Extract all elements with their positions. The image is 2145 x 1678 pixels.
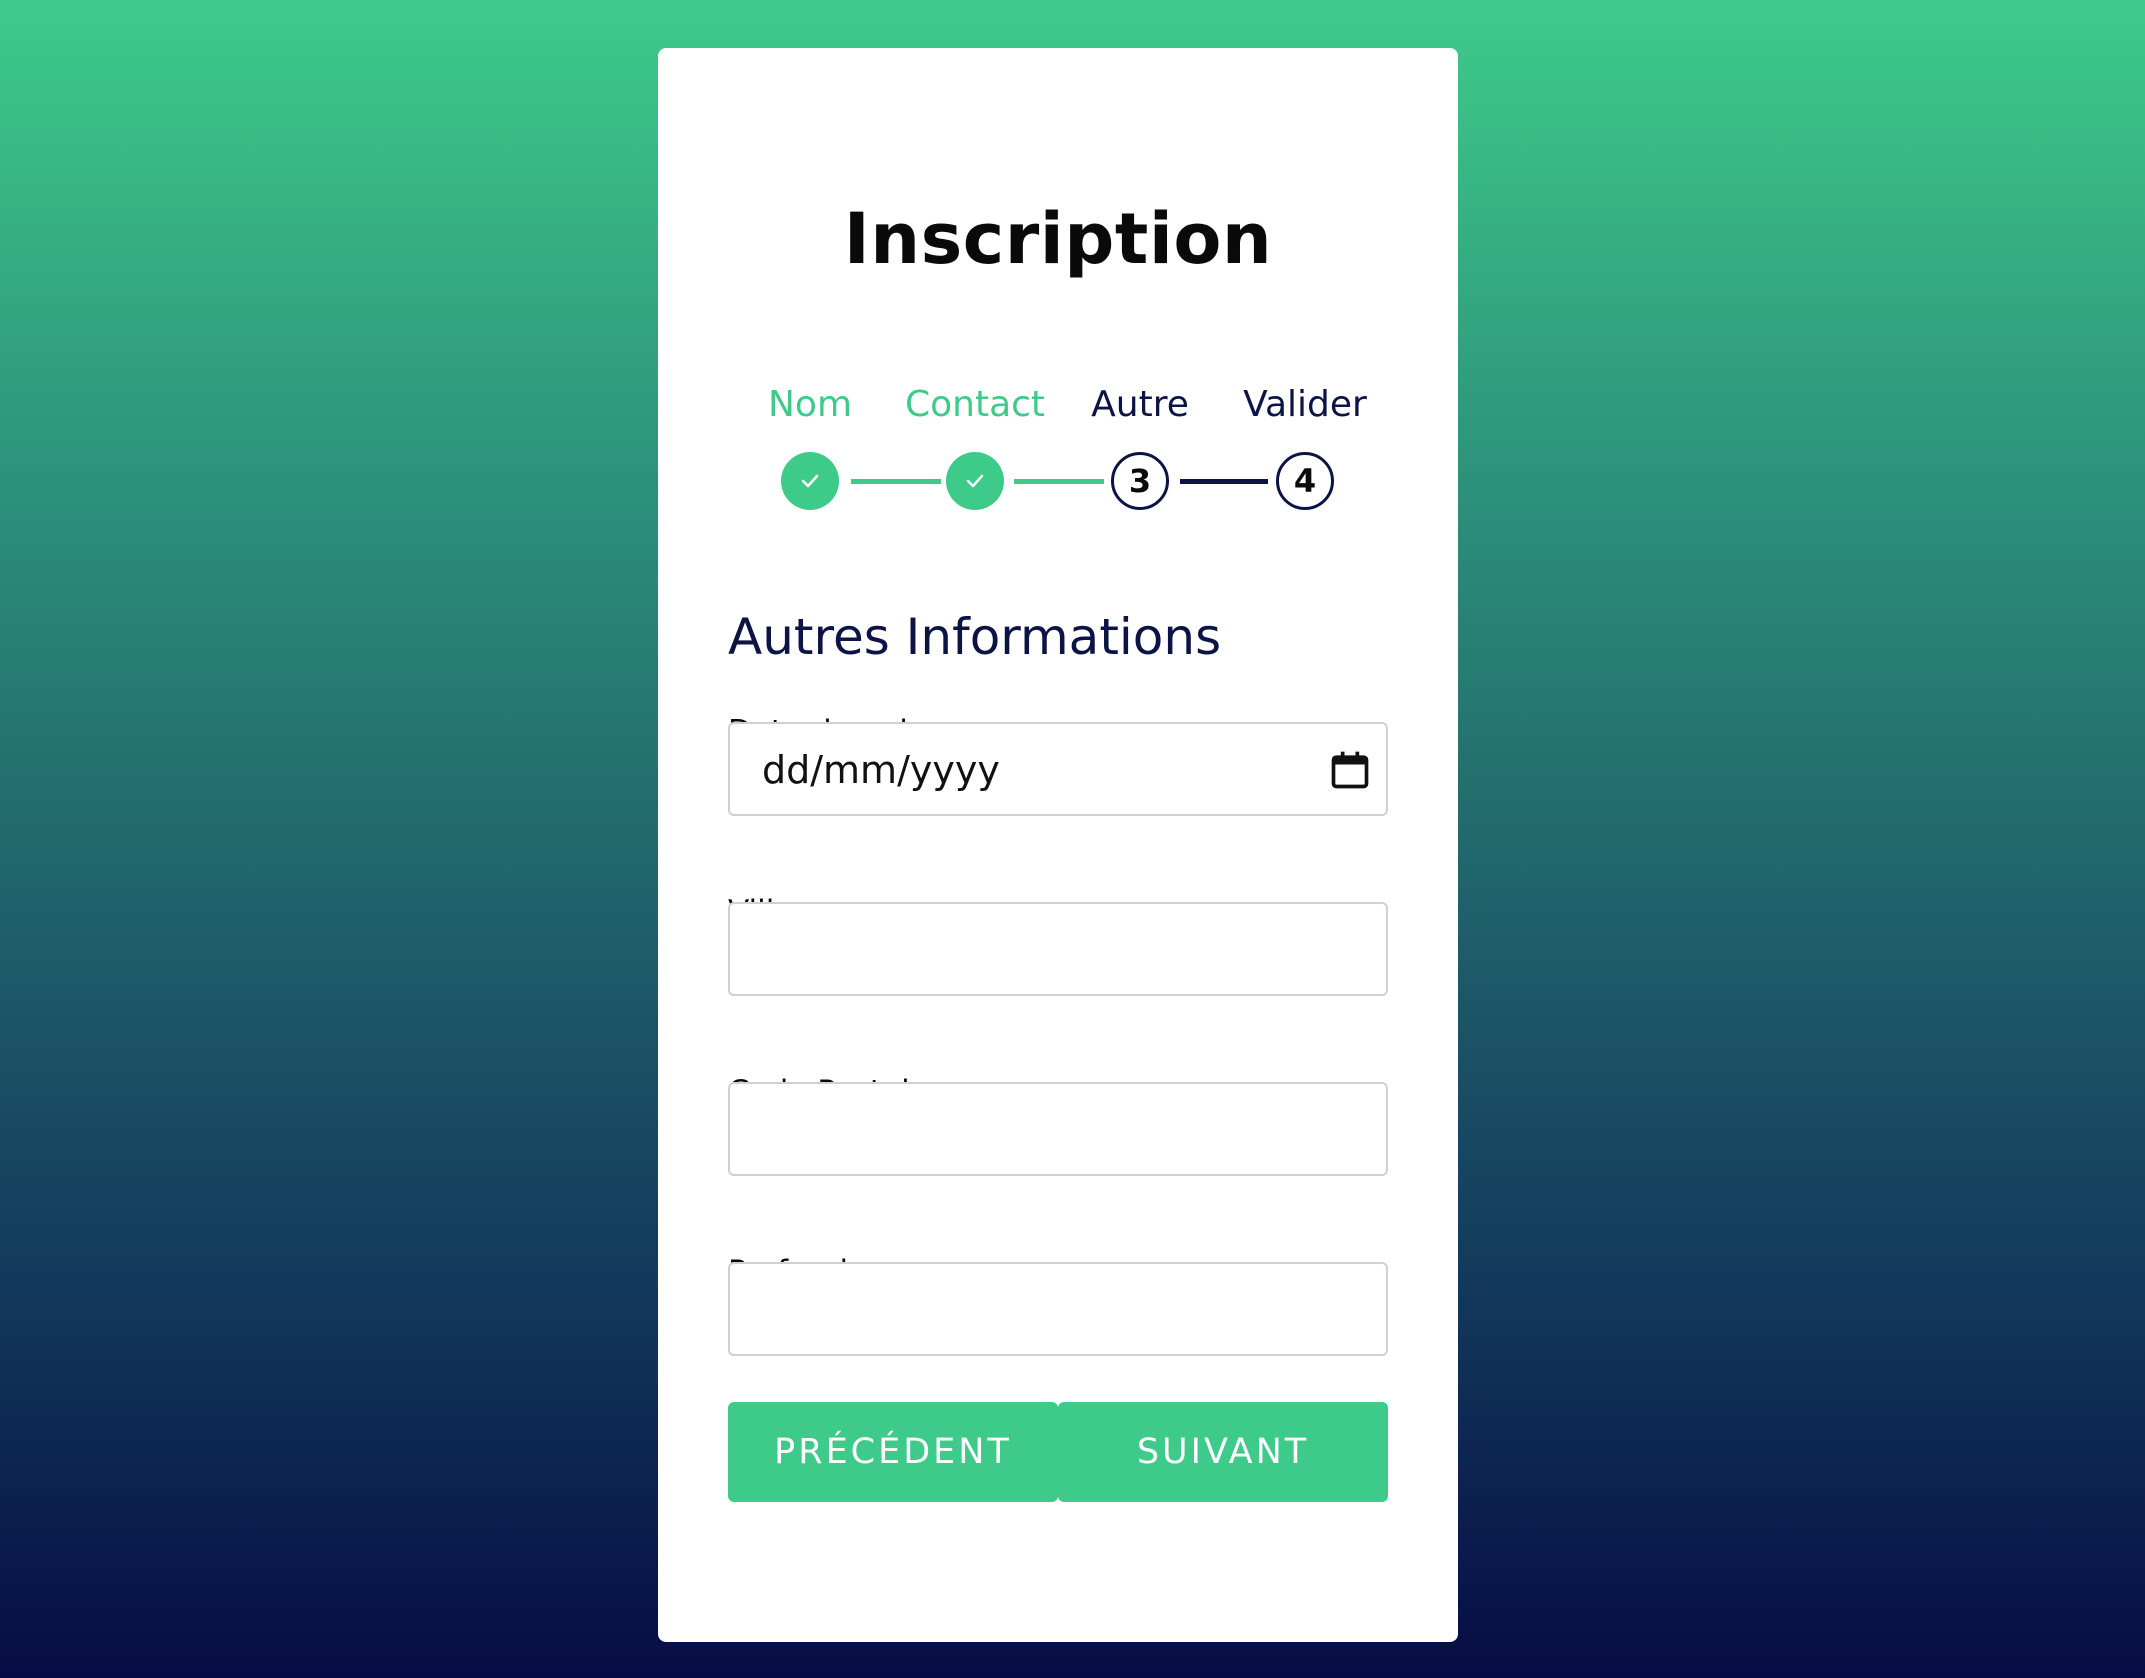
check-icon [801,474,819,488]
step-connector-2 [1014,479,1104,484]
step-connector-1 [851,479,941,484]
step-4-circle: 4 [1276,452,1334,510]
calendar-icon[interactable] [1328,748,1372,792]
section-title: Autres Informations [728,608,1222,666]
step-3-circle: 3 [1111,452,1169,510]
birthdate-input[interactable]: dd/mm/yyyy [728,722,1388,816]
birthdate-placeholder: dd/mm/yyyy [762,748,1000,792]
step-1-check-icon [781,452,839,510]
step-label-contact: Contact [904,384,1046,425]
step-label-nom: Nom [767,384,853,425]
next-button[interactable]: SUIVANT [1058,1402,1388,1502]
city-input[interactable] [728,902,1388,996]
page-title: Inscription [843,198,1273,280]
step-label-autre: Autre [1091,384,1189,425]
step-2-check-icon [946,452,1004,510]
registration-card: Inscription Nom Contact Autre Valider 3 … [658,48,1458,1642]
postal-code-input[interactable] [728,1082,1388,1176]
check-icon [966,474,984,488]
previous-button[interactable]: PRÉCÉDENT [728,1402,1058,1502]
step-connector-3 [1180,479,1268,484]
step-label-valider: Valider [1243,384,1367,425]
profession-input[interactable] [728,1262,1388,1356]
